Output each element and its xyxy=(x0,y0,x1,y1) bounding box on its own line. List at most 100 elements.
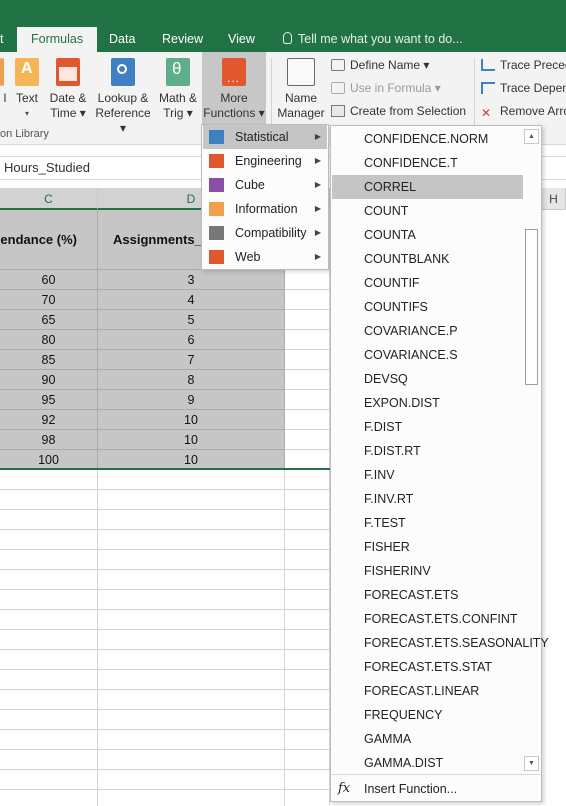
cell-assignments[interactable]: 10 xyxy=(98,450,285,470)
cell-attendance[interactable]: 100 xyxy=(0,450,98,470)
cell-empty[interactable] xyxy=(285,390,330,410)
cell-empty[interactable] xyxy=(98,530,285,550)
function-item[interactable]: FORECAST.LINEAR xyxy=(332,679,523,703)
cell-empty[interactable] xyxy=(98,710,285,730)
function-item[interactable]: CONFIDENCE.T xyxy=(332,151,523,175)
cell-empty[interactable] xyxy=(98,570,285,590)
scroll-thumb[interactable] xyxy=(525,229,538,385)
cell-empty[interactable] xyxy=(98,770,285,790)
tab-data[interactable]: Data xyxy=(109,27,135,52)
cell-empty[interactable] xyxy=(98,510,285,530)
cell-empty[interactable] xyxy=(285,670,330,690)
cell-attendance[interactable]: 80 xyxy=(0,330,98,350)
menu-item-web[interactable]: Web ▶ xyxy=(203,245,327,269)
cell-empty[interactable] xyxy=(285,490,330,510)
cell-empty[interactable] xyxy=(98,590,285,610)
cell-empty[interactable] xyxy=(285,550,330,570)
cell-empty[interactable] xyxy=(0,610,98,630)
cell-assignments[interactable]: 6 xyxy=(98,330,285,350)
cell-empty[interactable] xyxy=(285,350,330,370)
function-item[interactable]: FORECAST.ETS.STAT xyxy=(332,655,523,679)
cell-assignments[interactable]: 8 xyxy=(98,370,285,390)
cell-empty[interactable] xyxy=(0,490,98,510)
cell-empty[interactable] xyxy=(285,570,330,590)
trace-precedents-button[interactable]: Trace Preced xyxy=(481,55,566,75)
cell-empty[interactable] xyxy=(285,310,330,330)
function-item[interactable]: F.TEST xyxy=(332,511,523,535)
function-item[interactable]: COUNTA xyxy=(332,223,523,247)
function-item[interactable]: COVARIANCE.P xyxy=(332,319,523,343)
trace-dependents-button[interactable]: Trace Depend xyxy=(481,78,566,98)
cell-empty[interactable] xyxy=(98,630,285,650)
function-item[interactable]: F.DIST.RT xyxy=(332,439,523,463)
menu-item-compatibility[interactable]: Compatibility ▶ xyxy=(203,221,327,245)
cell-assignments[interactable]: 9 xyxy=(98,390,285,410)
cell-empty[interactable] xyxy=(0,770,98,790)
define-name-button[interactable]: Define Name ▾ xyxy=(331,55,429,75)
remove-arrows-button[interactable]: ✕ Remove Arro xyxy=(481,101,566,121)
text-functions-button[interactable]: A Text ▾ xyxy=(12,52,42,126)
cell-assignments[interactable]: 3 xyxy=(98,270,285,290)
cell-empty[interactable] xyxy=(285,650,330,670)
cell-attendance[interactable]: 98 xyxy=(0,430,98,450)
function-item[interactable]: GAMMA xyxy=(332,727,523,751)
cell-empty[interactable] xyxy=(285,410,330,430)
cell-empty[interactable] xyxy=(0,590,98,610)
cell-empty[interactable] xyxy=(285,630,330,650)
cell-empty[interactable] xyxy=(0,530,98,550)
tab-review[interactable]: Review xyxy=(162,27,203,52)
scroll-down-icon[interactable]: ▼ xyxy=(524,756,539,771)
function-item[interactable]: GAMMA.DIST xyxy=(332,751,523,775)
function-item[interactable]: F.DIST xyxy=(332,415,523,439)
tell-me-box[interactable]: Tell me what you want to do... xyxy=(283,27,463,52)
cell-empty[interactable] xyxy=(285,710,330,730)
cell-empty[interactable] xyxy=(285,270,330,290)
cell-assignments[interactable]: 4 xyxy=(98,290,285,310)
cell-empty[interactable] xyxy=(285,690,330,710)
menu-item-cube[interactable]: Cube ▶ xyxy=(203,173,327,197)
cell-attendance[interactable]: 60 xyxy=(0,270,98,290)
function-item[interactable]: F.INV xyxy=(332,463,523,487)
cell-empty[interactable] xyxy=(98,470,285,490)
cell-empty[interactable] xyxy=(285,790,330,806)
function-item[interactable]: EXPON.DIST xyxy=(332,391,523,415)
math-trig-button[interactable]: θ Math & Trig ▾ xyxy=(155,52,201,126)
cell-empty[interactable] xyxy=(285,470,330,490)
cell-empty[interactable] xyxy=(98,610,285,630)
cell-empty[interactable] xyxy=(0,630,98,650)
cell-assignments[interactable]: 10 xyxy=(98,430,285,450)
cell-empty[interactable] xyxy=(0,670,98,690)
cell-empty[interactable] xyxy=(98,750,285,770)
more-functions-button[interactable]: ... More Functions ▾ xyxy=(202,52,266,126)
use-in-formula-button[interactable]: Use in Formula ▾ xyxy=(331,78,441,98)
date-time-button[interactable]: Date & Time ▾ xyxy=(47,52,89,126)
column-header-h[interactable]: H xyxy=(542,188,566,210)
cell-empty[interactable] xyxy=(0,650,98,670)
cell-empty[interactable] xyxy=(0,750,98,770)
cell-empty[interactable] xyxy=(98,690,285,710)
cell-empty[interactable] xyxy=(0,710,98,730)
menu-item-engineering[interactable]: Engineering ▶ xyxy=(203,149,327,173)
cell-empty[interactable] xyxy=(0,550,98,570)
function-item[interactable]: FORECAST.ETS.SEASONALITY xyxy=(332,631,549,655)
cell-empty[interactable] xyxy=(98,670,285,690)
cell-empty[interactable] xyxy=(98,730,285,750)
function-item[interactable]: DEVSQ xyxy=(332,367,523,391)
cell-attendance[interactable]: 90 xyxy=(0,370,98,390)
cell-empty[interactable] xyxy=(0,790,98,806)
cell-attendance[interactable]: 70 xyxy=(0,290,98,310)
cell-empty[interactable] xyxy=(285,370,330,390)
menu-item-statistical[interactable]: Statistical ▶ xyxy=(203,125,327,149)
tab-formulas[interactable]: Formulas xyxy=(17,27,98,52)
cell-attendance[interactable]: 92 xyxy=(0,410,98,430)
cell-assignments[interactable]: 7 xyxy=(98,350,285,370)
cell-assignments[interactable]: 5 xyxy=(98,310,285,330)
lookup-reference-button[interactable]: Lookup & Reference ▾ xyxy=(93,52,153,135)
cell-empty[interactable] xyxy=(285,510,330,530)
cell-attendance[interactable]: 95 xyxy=(0,390,98,410)
function-item[interactable]: COVARIANCE.S xyxy=(332,343,523,367)
function-item[interactable]: COUNT xyxy=(332,199,523,223)
function-list-scrollbar[interactable]: ▲ ▼ xyxy=(524,129,539,771)
cell-empty[interactable] xyxy=(285,450,330,470)
menu-item-information[interactable]: Information ▶ xyxy=(203,197,327,221)
